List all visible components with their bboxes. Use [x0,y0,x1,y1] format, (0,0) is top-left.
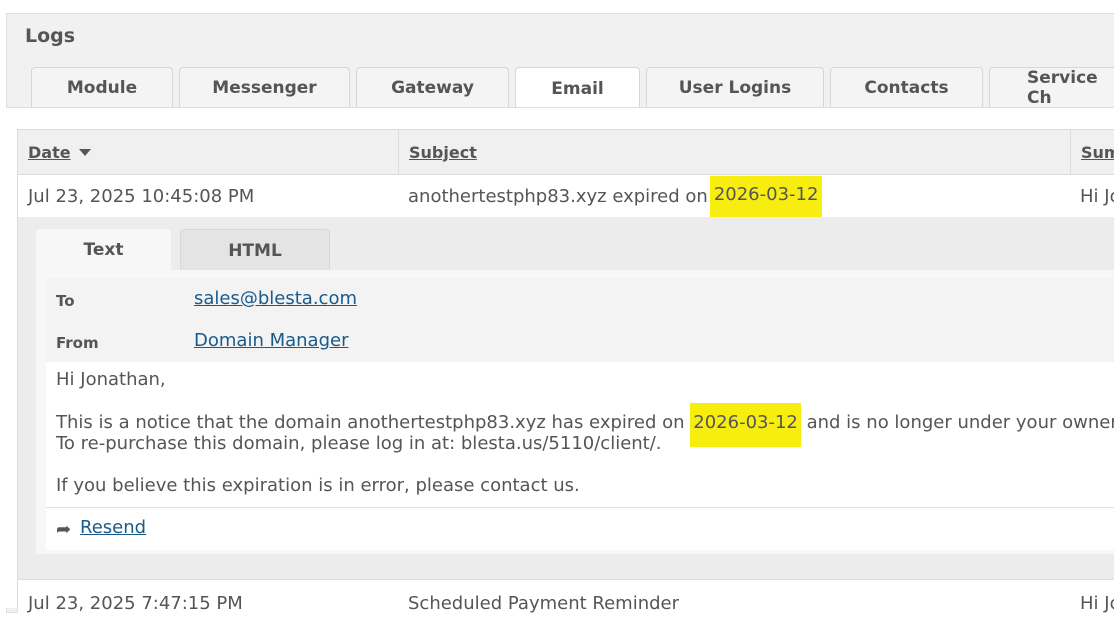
tab-contacts[interactable]: Contacts [830,67,983,108]
row-summary: Hi Jo [1080,185,1114,207]
subject-column-header[interactable]: Subject [398,130,1070,174]
resend-link[interactable]: Resend [80,517,146,538]
email-detail: Text HTML To sales@blesta.com From Domai… [18,217,1114,579]
body-line-1-suffix: and is no longer under your ownership. [806,412,1114,433]
row-date: Jul 23, 2025 7:47:15 PM [28,592,243,614]
date-column-header[interactable]: Date [18,130,398,174]
tab-module[interactable]: Module [31,67,173,108]
email-meta: To sales@blesta.com From Domain Manager [46,278,1114,362]
email-log-table: Date Subject Sum Jul 23, 2025 10:45:08 P… [17,129,1114,620]
body-line-1: This is a notice that the domain another… [56,403,1114,447]
sort-desc-icon [78,148,91,156]
body-line-3: If you believe this expiration is in err… [56,475,580,496]
row-summary: Hi Jo [1080,592,1114,614]
body-greeting: Hi Jonathan, [56,369,166,390]
tab-gateway[interactable]: Gateway [356,67,509,108]
resend-bar: ➦ Resend [46,507,1114,550]
to-email-link[interactable]: sales@blesta.com [194,288,357,309]
table-row[interactable]: Jul 23, 2025 10:45:08 PM anothertestphp8… [18,175,1114,217]
tab-messenger[interactable]: Messenger [179,67,350,108]
tab-text[interactable]: Text [36,229,171,271]
row-subject-text: anothertestphp83.xyz expired on [408,185,708,207]
body-date-highlight: 2026-03-12 [690,403,801,447]
to-label: To [56,292,75,310]
from-link[interactable]: Domain Manager [194,330,348,351]
row-subject-date-highlight: 2026-03-12 [709,175,823,217]
log-type-tabs: Module Messenger Gateway Email User Logi… [6,60,1114,109]
email-detail-box: To sales@blesta.com From Domain Manager … [36,270,1114,554]
tab-email[interactable]: Email [515,67,640,109]
share-arrow-icon: ➦ [56,519,72,540]
body-line-1-text: This is a notice that the domain another… [56,412,691,433]
table-row[interactable]: Jul 23, 2025 7:47:15 PM Scheduled Paymen… [18,579,1114,620]
body-line-2: To re-purchase this domain, please log i… [56,433,662,454]
from-label: From [56,334,99,352]
panel-title: Logs [25,25,76,47]
summary-header-label: Sum [1081,142,1114,162]
tab-user-logins[interactable]: User Logins [646,67,824,108]
summary-column-header[interactable]: Sum [1070,130,1114,174]
date-header-label: Date [28,142,71,162]
table-header: Date Subject Sum [18,130,1114,175]
tab-service-changes[interactable]: Service Ch [989,67,1114,108]
subject-header-label: Subject [409,142,477,162]
tab-html[interactable]: HTML [180,229,330,271]
row-subject: anothertestphp83.xyz expired on 2026-03-… [398,175,823,217]
row-subject: Scheduled Payment Reminder [408,592,680,614]
email-body: Hi Jonathan, This is a notice that the d… [46,362,1114,550]
row-date: Jul 23, 2025 10:45:08 PM [28,185,255,207]
